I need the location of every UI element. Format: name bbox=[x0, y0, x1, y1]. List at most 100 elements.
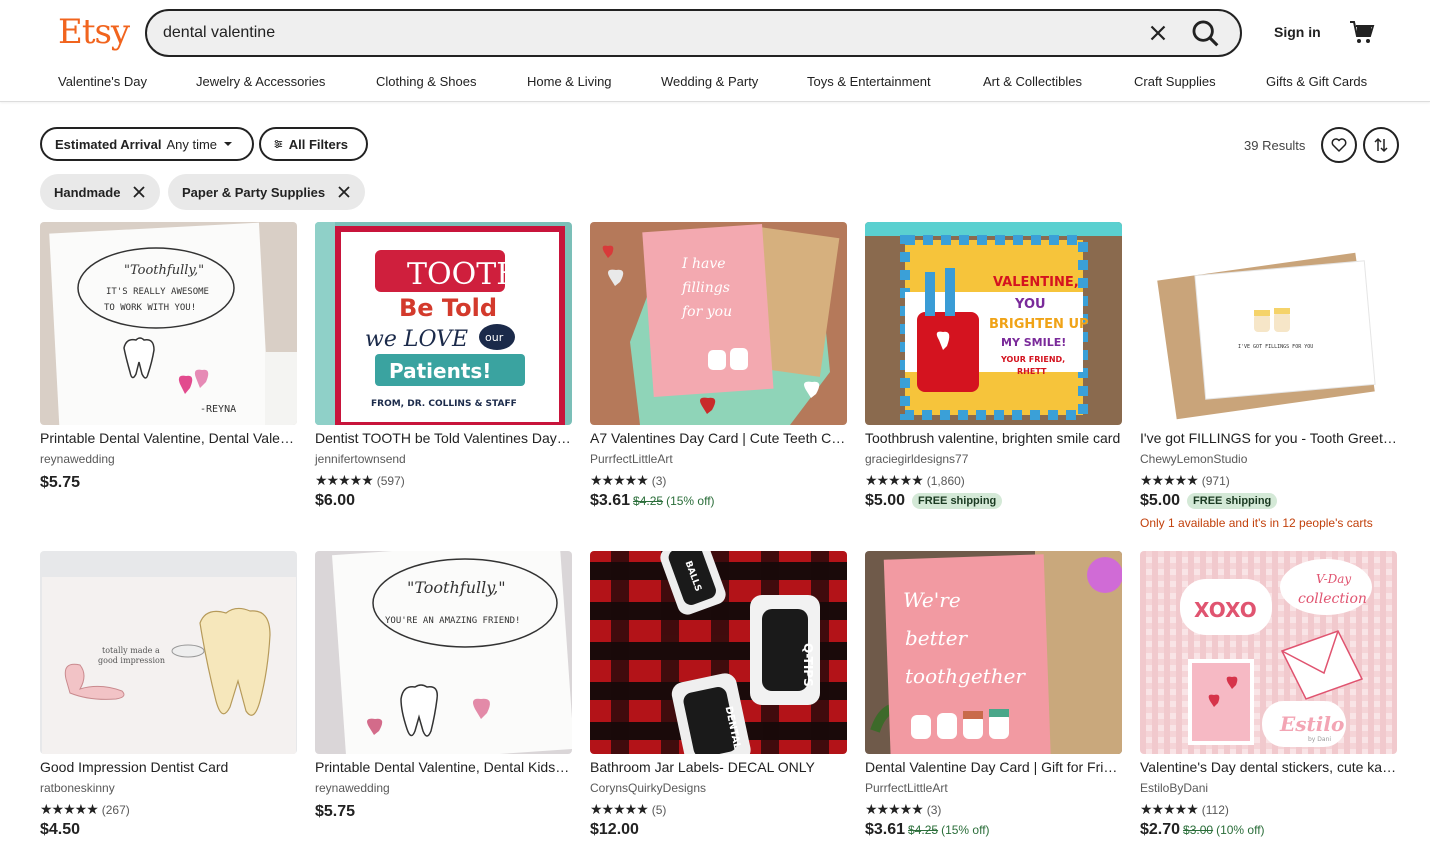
review-count: (112) bbox=[1201, 802, 1229, 817]
chip-handmade: Handmade bbox=[40, 174, 161, 210]
listing-title[interactable]: Printable Dental Valentine, Dental Valen… bbox=[40, 430, 297, 446]
listing-image[interactable]: I have fillings for you bbox=[590, 222, 847, 425]
remove-chip-icon[interactable] bbox=[337, 185, 351, 199]
nav-jewelry-accessories[interactable]: Jewelry & Accessories bbox=[196, 74, 325, 89]
discount-label: (15% off) bbox=[941, 823, 990, 837]
filter-sliders-icon bbox=[274, 139, 283, 149]
sign-in-link[interactable]: Sign in bbox=[1274, 24, 1321, 40]
shop-name: EstiloByDani bbox=[1140, 781, 1209, 795]
stars-icon: ★★★★★ bbox=[590, 801, 649, 817]
shop-name: ratboneskinny bbox=[40, 781, 115, 795]
listing-title[interactable]: Printable Dental Valentine, Dental Kids … bbox=[315, 759, 572, 775]
listing-image[interactable]: "Toothfully," IT'S REALLY AWESOME TO WOR… bbox=[40, 222, 297, 425]
search-input[interactable] bbox=[163, 21, 1123, 45]
chip-label: Handmade bbox=[54, 184, 121, 200]
listing-image[interactable]: "Toothfully," YOU'RE AN AMAZING FRIEND! bbox=[315, 551, 572, 754]
card-line-text: fillings bbox=[681, 280, 730, 296]
cart-icon[interactable] bbox=[1348, 18, 1376, 46]
caret-down-icon bbox=[224, 142, 233, 146]
listing-price: $4.50 bbox=[40, 821, 81, 838]
card-word-tooth: TOOTH bbox=[407, 257, 522, 292]
listing-title[interactable]: Dentist TOOTH be Told Valentines Day Car… bbox=[315, 430, 572, 446]
listing-image[interactable]: BALLS Q-TIPS DENTAL bbox=[590, 551, 847, 754]
shop-name: jennifertownsend bbox=[315, 452, 406, 466]
listing-title[interactable]: Dental Valentine Day Card | Gift for Fri… bbox=[865, 759, 1122, 775]
shop-name: reynawedding bbox=[40, 452, 115, 466]
listing-price: $6.00 bbox=[315, 492, 356, 509]
listing-image[interactable]: TOOTH Be Told we LOVE our Patients! FROM… bbox=[315, 222, 572, 425]
jar-label-text: Q-TIPS bbox=[801, 643, 815, 687]
estimated-arrival-dropdown[interactable]: Estimated Arrival Any time bbox=[40, 127, 254, 161]
listing-price: $5.75 bbox=[315, 803, 356, 820]
save-search-button[interactable] bbox=[1321, 127, 1357, 163]
shop-name: ChewyLemonStudio bbox=[1140, 452, 1248, 466]
all-filters-label: All Filters bbox=[288, 136, 348, 152]
listing-title[interactable]: Good Impression Dentist Card bbox=[40, 759, 297, 775]
all-filters-button[interactable]: All Filters bbox=[259, 127, 368, 161]
search-bar bbox=[145, 9, 1242, 57]
card-line-text: better bbox=[905, 626, 969, 650]
listing-title[interactable]: I've got FILLINGS for you - Tooth Greeti… bbox=[1140, 430, 1397, 446]
remove-chip-icon[interactable] bbox=[132, 185, 146, 199]
sort-arrows-icon bbox=[1374, 137, 1388, 153]
listing-image[interactable]: XOXO V-Day collection Estilo by Dani bbox=[1140, 551, 1397, 754]
card-line-text: YOU bbox=[1014, 297, 1046, 312]
shop-name: reynawedding bbox=[315, 781, 390, 795]
rating: ★★★★★ (3) bbox=[590, 472, 666, 489]
rating: ★★★★★ (267) bbox=[40, 801, 130, 818]
review-count: (597) bbox=[376, 473, 405, 488]
nav-clothing-shoes[interactable]: Clothing & Shoes bbox=[376, 74, 476, 89]
sticker-text: by Dani bbox=[1308, 736, 1331, 743]
listing-price: $5.00 FREE shipping bbox=[865, 492, 1003, 510]
nav-craft-supplies[interactable]: Craft Supplies bbox=[1134, 74, 1216, 89]
listing-image[interactable]: I'VE GOT FILLINGS FOR YOU bbox=[1140, 222, 1397, 425]
card-word-welove: we LOVE bbox=[365, 327, 468, 352]
nav-toys-entertainment[interactable]: Toys & Entertainment bbox=[807, 74, 931, 89]
card-line-text: VALENTINE, bbox=[993, 275, 1079, 290]
nav-home-living[interactable]: Home & Living bbox=[527, 74, 612, 89]
arrival-label: Estimated Arrival bbox=[55, 136, 162, 152]
listing-price: $12.00 bbox=[590, 821, 639, 838]
card-line-text: BRIGHTEN UP bbox=[989, 317, 1089, 332]
clear-icon[interactable] bbox=[1145, 20, 1171, 46]
nav-wedding-party[interactable]: Wedding & Party bbox=[661, 74, 758, 89]
nav-valentines-day[interactable]: Valentine's Day bbox=[58, 74, 147, 89]
rating: ★★★★★ (3) bbox=[865, 801, 941, 818]
free-shipping-badge: FREE shipping bbox=[912, 493, 1003, 509]
stars-icon: ★★★★★ bbox=[1140, 472, 1199, 488]
chip-paper-party-supplies: Paper & Party Supplies bbox=[168, 174, 366, 210]
card-quote-text: "Toothfully," bbox=[407, 578, 506, 597]
listing-title[interactable]: Toothbrush valentine, brighten smile car… bbox=[865, 430, 1122, 446]
listing-price: $3.61 $4.25 (15% off) bbox=[865, 821, 990, 838]
etsy-logo[interactable]: Etsy bbox=[58, 12, 130, 52]
sticker-text: collection bbox=[1298, 591, 1367, 607]
nav-art-collectibles[interactable]: Art & Collectibles bbox=[983, 74, 1082, 89]
card-line-text: YOUR FRIEND, bbox=[1000, 355, 1065, 364]
listing-title[interactable]: Valentine's Day dental stickers, cute ka… bbox=[1140, 759, 1397, 775]
nav-gifts-gift-cards[interactable]: Gifts & Gift Cards bbox=[1266, 74, 1367, 89]
listing-title[interactable]: A7 Valentines Day Card | Cute Teeth Card bbox=[590, 430, 847, 446]
arrival-value: Any time bbox=[166, 136, 218, 152]
card-line-text: totally made a bbox=[102, 646, 160, 655]
rating: ★★★★★ (1,860) bbox=[865, 472, 965, 489]
search-icon[interactable] bbox=[1189, 17, 1223, 51]
rating: ★★★★★ (597) bbox=[315, 472, 405, 489]
card-word-from: FROM, DR. COLLINS & STAFF bbox=[371, 399, 517, 409]
listing-image[interactable]: VALENTINE, YOU BRIGHTEN UP MY SMILE! YOU… bbox=[865, 222, 1122, 425]
listing-image[interactable]: We're better toothgether bbox=[865, 551, 1122, 754]
card-quote-text: "Toothfully," bbox=[124, 263, 204, 278]
free-shipping-badge: FREE shipping bbox=[1187, 493, 1278, 509]
card-line-text: We're bbox=[903, 588, 961, 612]
sort-button[interactable] bbox=[1363, 127, 1399, 163]
listing-price: $3.61 $4.25 (15% off) bbox=[590, 492, 715, 509]
listing-image[interactable]: totally made a good impression bbox=[40, 551, 297, 754]
scarcity-note: Only 1 available and it's in 12 people's… bbox=[1140, 516, 1373, 530]
listing-price: $2.70 $3.00 (10% off) bbox=[1140, 821, 1265, 838]
heart-icon bbox=[1331, 138, 1347, 152]
original-price: $4.25 bbox=[633, 494, 664, 508]
shop-name: PurrfectLittleArt bbox=[865, 781, 948, 795]
listing-title[interactable]: Bathroom Jar Labels- DECAL ONLY bbox=[590, 759, 847, 775]
results-count: 39 Results bbox=[1244, 138, 1306, 153]
review-count: (267) bbox=[101, 802, 130, 817]
review-count: (3) bbox=[651, 473, 667, 488]
